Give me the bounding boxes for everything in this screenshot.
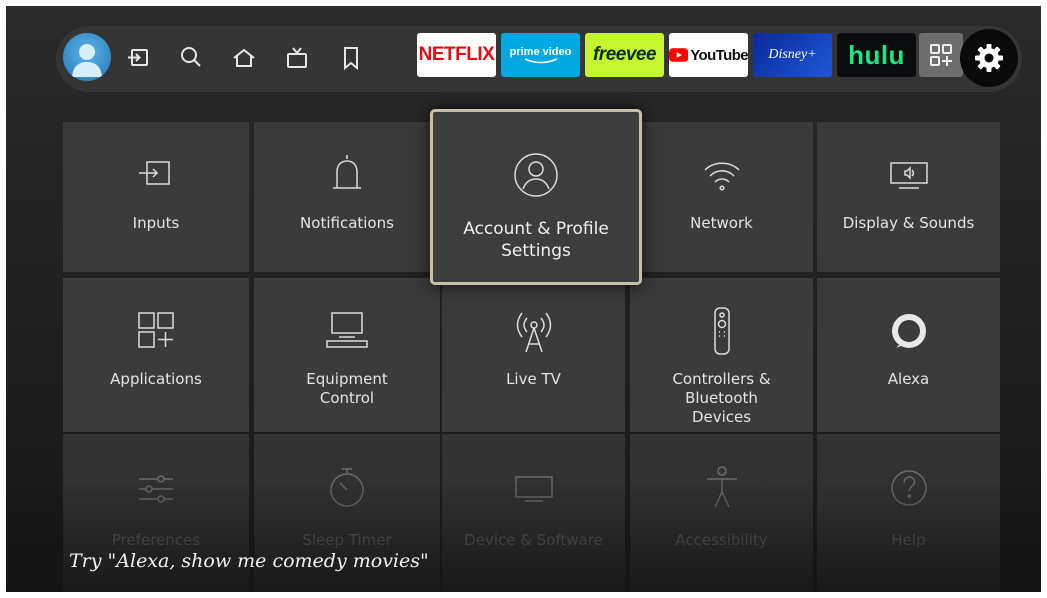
tile-label: Applications: [110, 370, 202, 388]
apps-grid-icon: [136, 310, 176, 350]
tile-label: Display & Sounds: [842, 214, 975, 232]
tile-label: Controllers & Bluetooth Devices: [672, 370, 771, 426]
tile-label: Preferences: [111, 531, 201, 549]
display-sound-icon: [889, 160, 929, 190]
profile-avatar[interactable]: [63, 33, 111, 81]
bookmark-icon[interactable]: [336, 43, 366, 73]
bell-icon: [327, 152, 367, 196]
tile-help[interactable]: Help: [817, 434, 1000, 592]
inputs-icon: [136, 158, 176, 188]
youtube-play-icon: [669, 48, 689, 62]
tile-label: Inputs: [132, 214, 180, 232]
equipment-icon: [324, 310, 370, 350]
tile-account-profile-settings[interactable]: Account & Profile Settings: [430, 109, 642, 285]
remote-icon: [712, 306, 732, 356]
tile-controllers-bluetooth[interactable]: Controllers & Bluetooth Devices: [630, 278, 813, 432]
tile-inputs[interactable]: Inputs: [63, 122, 249, 272]
tile-equipment-control[interactable]: Equipment Control: [254, 278, 440, 432]
tile-display-sounds[interactable]: Display & Sounds: [817, 122, 1000, 272]
fire-tv-settings-screen: NETFLIX prime video freevee YouTube Disn…: [6, 6, 1041, 592]
hulu-app-tile[interactable]: hulu: [837, 33, 916, 77]
tile-label: Account & Profile Settings: [463, 219, 609, 261]
alexa-ring-icon: [890, 312, 928, 350]
home-icon[interactable]: [229, 43, 259, 73]
help-icon: [889, 468, 929, 508]
tile-label: Notifications: [300, 214, 394, 232]
disney-plus-app-tile[interactable]: Disney+: [753, 33, 832, 77]
app-library-icon[interactable]: [919, 33, 963, 77]
tile-label: Alexa: [887, 370, 930, 388]
tile-live-tv[interactable]: Live TV: [442, 278, 625, 432]
netflix-app-tile[interactable]: NETFLIX: [417, 33, 496, 77]
antenna-icon: [513, 308, 555, 354]
tile-alexa[interactable]: Alexa: [817, 278, 1000, 432]
wifi-icon: [702, 158, 742, 192]
inputs-icon[interactable]: [124, 43, 154, 73]
tv-icon: [513, 474, 555, 504]
tile-applications[interactable]: Applications: [63, 278, 249, 432]
youtube-app-tile[interactable]: YouTube: [669, 33, 748, 77]
tile-label: Device & Software: [464, 531, 603, 549]
tile-label: Live TV: [506, 370, 561, 388]
profile-icon: [513, 152, 559, 198]
tile-label: Network: [690, 214, 753, 232]
tile-network[interactable]: Network: [630, 122, 813, 272]
tile-label: Accessibility: [675, 531, 768, 549]
accessibility-icon: [702, 464, 742, 510]
live-tv-icon[interactable]: [282, 43, 312, 73]
tile-label: Help: [891, 531, 926, 549]
tile-notifications[interactable]: Notifications: [254, 122, 440, 272]
tile-accessibility[interactable]: Accessibility: [630, 434, 813, 592]
search-icon[interactable]: [176, 43, 206, 73]
tile-label: Sleep Timer: [302, 531, 392, 549]
tile-label: Equipment Control: [306, 370, 388, 407]
sliders-icon: [136, 472, 176, 506]
tile-device-software[interactable]: Device & Software: [442, 434, 625, 592]
timer-icon: [328, 466, 366, 508]
alexa-hint-text: Try "Alexa, show me comedy movies": [69, 550, 429, 572]
settings-gear-icon[interactable]: [960, 29, 1018, 87]
prime-video-app-tile[interactable]: prime video: [501, 33, 580, 77]
freevee-app-tile[interactable]: freevee: [585, 33, 664, 77]
